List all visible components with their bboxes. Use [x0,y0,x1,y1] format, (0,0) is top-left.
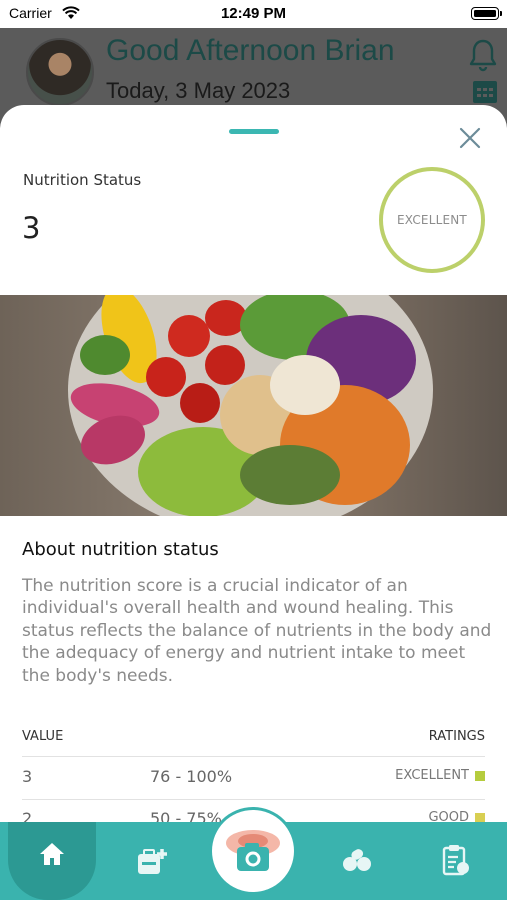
drag-handle[interactable] [229,129,279,134]
rating-badge: EXCELLENT [379,167,485,273]
status-bar: Carrier 12:49 PM [0,0,507,28]
nutrition-status-label: Nutrition Status [23,171,142,189]
date-label: Today, 3 May 2023 [106,78,291,103]
divider [22,799,485,800]
tab-home[interactable] [8,822,96,900]
bell-icon[interactable] [468,38,498,72]
medical-kit-icon[interactable] [136,844,170,878]
row-value: 3 [22,767,33,786]
avatar[interactable] [26,38,94,106]
ratings-column-header: RATINGS [428,729,485,744]
calendar-icon[interactable] [472,78,498,104]
home-icon [40,843,64,865]
rating-swatch [475,771,485,781]
nutrition-status-sheet: Nutrition Status 3 EXCELLENT About nutri… [0,105,507,900]
ratings-table-header: VALUE RATINGS [22,729,485,744]
divider [22,756,485,757]
pills-icon[interactable] [342,848,372,874]
greeting-title: Good Afternoon Brian [106,34,395,67]
camera-button[interactable] [212,810,294,892]
value-column-header: VALUE [22,729,64,744]
rating-badge-label: EXCELLENT [397,213,467,227]
clipboard-food-icon[interactable] [442,844,470,876]
camera-icon [226,830,280,871]
salad-bowl-image [0,295,507,516]
clock: 12:49 PM [220,5,287,22]
home-header: Good Afternoon Brian Today, 3 May 2023 [0,28,507,108]
about-description: The nutrition score is a crucial indicat… [22,576,492,686]
nutrition-status-value: 3 [22,211,41,245]
close-icon[interactable] [456,124,484,152]
battery-icon [471,7,502,20]
row-range: 76 - 100% [150,767,233,786]
about-title: About nutrition status [22,539,219,560]
row-rating: EXCELLENT [395,768,469,783]
